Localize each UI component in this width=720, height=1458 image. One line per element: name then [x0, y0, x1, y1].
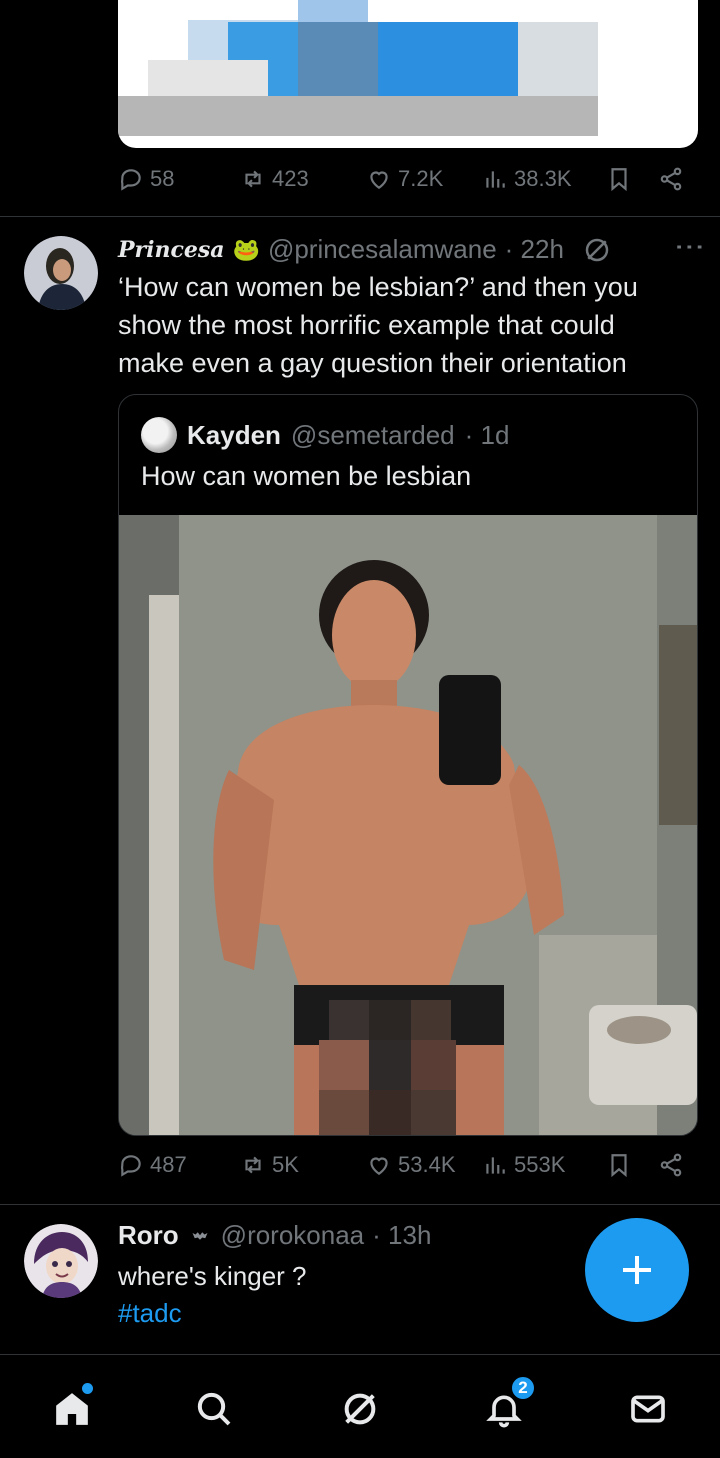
quoted-author-name: Kayden [187, 419, 281, 450]
pixelated-block [518, 22, 598, 96]
share-icon [660, 167, 682, 191]
pixelated-block [148, 60, 268, 96]
like-button[interactable]: 53.4K [366, 1152, 456, 1178]
avatar[interactable] [24, 1224, 98, 1298]
plus-icon [623, 1256, 651, 1284]
tweet-header: Princesa 🐸 @princesalamwane · 22h [118, 234, 612, 265]
search-icon [197, 1392, 231, 1426]
heart-icon [370, 171, 388, 189]
bookmark-button[interactable] [606, 1152, 632, 1178]
heart-icon [370, 1157, 388, 1175]
pixelated-block [118, 96, 598, 136]
notifications-badge: 2 [510, 1375, 536, 1401]
avatar[interactable] [24, 236, 98, 310]
frog-emoji-icon: 🐸 [232, 236, 260, 262]
more-options-icon[interactable]: ⋮ [672, 232, 707, 260]
quoted-tweet-time: · 1d [464, 419, 510, 450]
tweet-actions: 487 5K 53.4K 553K [118, 1152, 698, 1188]
quoted-author-handle: @semetarded [290, 419, 455, 450]
pixelated-block [378, 22, 518, 96]
views-button[interactable]: 38.3K [482, 166, 572, 192]
repost-icon [245, 1156, 261, 1174]
share-icon [660, 1153, 682, 1177]
nav-search[interactable] [192, 1387, 236, 1431]
quoted-tweet-header: Kayden @semetarded · 1d [141, 417, 509, 453]
nav-notifications[interactable]: 2 [482, 1375, 536, 1431]
bookmark-icon [611, 168, 627, 192]
quoted-tweet-text: How can women be lesbian [141, 461, 472, 491]
hashtag-link[interactable]: #tadc [118, 1295, 307, 1332]
nav-home[interactable] [50, 1383, 94, 1431]
author-handle[interactable]: @rorokonaa [221, 1220, 364, 1251]
previous-tweet-media-card[interactable] [118, 0, 698, 148]
reply-count: 58 [150, 166, 175, 191]
mail-icon [631, 1395, 665, 1423]
author-name[interactable]: Roro [118, 1220, 179, 1251]
repost-count: 5K [272, 1152, 299, 1177]
quoted-tweet-photo[interactable] [119, 515, 698, 1136]
views-count: 38.3K [514, 166, 572, 191]
reply-icon [120, 169, 141, 191]
share-button[interactable] [658, 1152, 684, 1178]
avatar-portrait [24, 236, 98, 310]
compose-post-button[interactable] [585, 1218, 689, 1322]
repost-button[interactable]: 423 [240, 166, 309, 192]
tweet-body: where's kinger ? [118, 1261, 307, 1291]
bottom-navigation: 2 [0, 1354, 720, 1458]
home-icon [56, 1393, 88, 1425]
reply-button[interactable]: 487 [118, 1152, 187, 1178]
tweet-text: ‘How can women be lesbian?’ and then you… [118, 272, 638, 378]
tweet-divider [0, 1204, 720, 1205]
reply-count: 487 [150, 1152, 187, 1177]
views-button[interactable]: 553K [482, 1152, 565, 1178]
nav-grok[interactable] [338, 1387, 382, 1431]
views-count: 553K [514, 1152, 566, 1177]
nav-messages[interactable] [626, 1387, 670, 1431]
author-handle[interactable]: @princesalamwane [268, 234, 497, 265]
like-count: 7.2K [398, 166, 444, 191]
quoted-tweet-card[interactable]: Kayden @semetarded · 1d How can women be… [118, 394, 698, 1136]
share-button[interactable] [658, 166, 684, 192]
like-button[interactable]: 7.2K [366, 166, 443, 192]
tweet-text: where's kinger ? #tadc [118, 1258, 307, 1332]
author-name[interactable]: Princesa [118, 237, 225, 263]
reply-button[interactable]: 58 [118, 166, 174, 192]
tweet-header: Roro @rorokonaa · 13h [118, 1220, 431, 1251]
bookmark-icon [611, 1154, 627, 1178]
avatar-illustration [24, 1224, 98, 1298]
views-icon [486, 1157, 505, 1174]
bat-emoji-icon [192, 1231, 208, 1240]
repost-count: 423 [272, 166, 309, 191]
like-count: 53.4K [398, 1152, 456, 1177]
views-icon [486, 171, 505, 188]
repost-button[interactable]: 5K [240, 1152, 299, 1178]
grok-icon [344, 1393, 376, 1425]
bookmark-button[interactable] [606, 166, 632, 192]
tweet-time[interactable]: · 22h [505, 234, 564, 265]
quoted-avatar [141, 417, 177, 453]
repost-icon [245, 170, 261, 188]
tweet-divider [0, 216, 720, 217]
tweet-time[interactable]: · 13h [372, 1220, 431, 1251]
grok-icon[interactable] [582, 235, 612, 265]
previous-tweet-actions: 58 423 7.2K 38.3K [118, 166, 698, 202]
unread-dot [82, 1383, 93, 1394]
pixelated-block [298, 22, 378, 96]
reply-icon [120, 1155, 141, 1177]
